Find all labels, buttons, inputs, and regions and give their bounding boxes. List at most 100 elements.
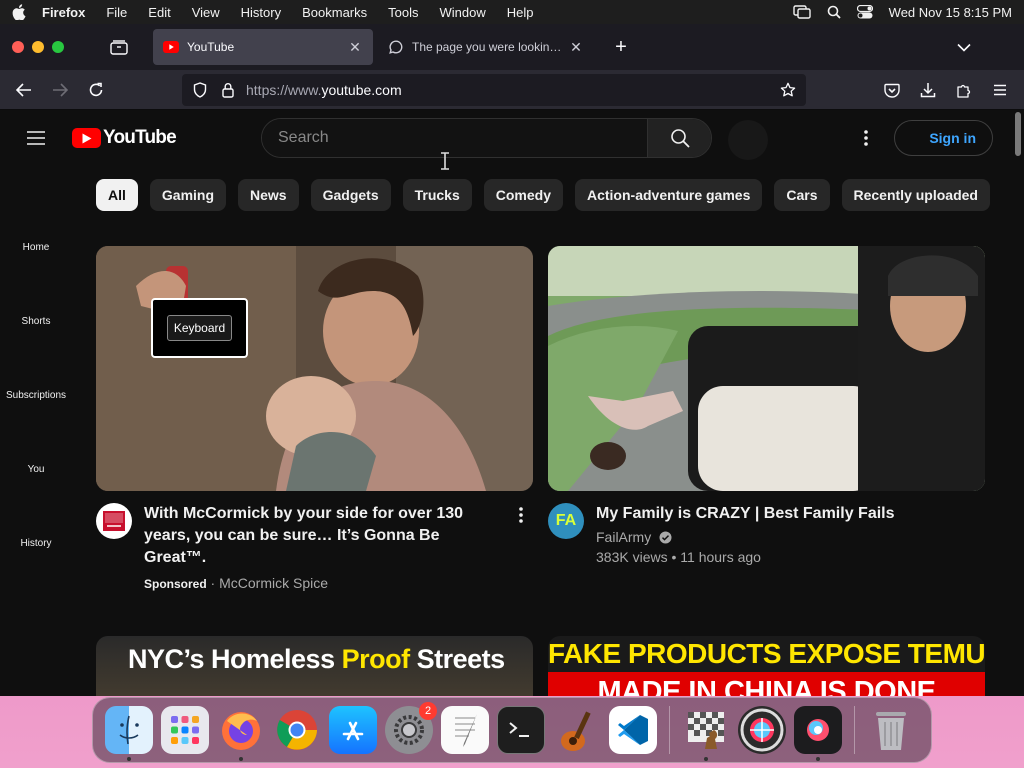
video-card[interactable]: FA My Family is CRAZY | Best Family Fail… — [548, 246, 985, 567]
dock-separator — [669, 706, 670, 754]
close-window-button[interactable] — [12, 41, 24, 53]
url-protocol: https://www. — [246, 82, 322, 98]
garageband-icon[interactable] — [553, 706, 601, 754]
chip-gaming[interactable]: Gaming — [149, 179, 227, 211]
search-input[interactable] — [262, 119, 647, 157]
siri-app-icon[interactable] — [794, 706, 842, 761]
running-indicator — [239, 757, 243, 761]
vscode-icon[interactable] — [609, 706, 657, 754]
video-title[interactable]: With McCormick by your side for over 130… — [144, 503, 503, 569]
firefox-view-icon[interactable] — [108, 36, 130, 58]
tab-youtube[interactable]: YouTube ✕ — [153, 29, 373, 65]
tab-close-icon[interactable]: ✕ — [568, 39, 584, 55]
youtube-page: YouTube Sign in All Gaming News Gadgets … — [0, 110, 1024, 696]
chess-icon[interactable] — [682, 706, 730, 761]
downloads-icon[interactable] — [916, 78, 940, 102]
settings-more-vert-icon[interactable] — [854, 126, 878, 150]
video-thumbnail[interactable] — [548, 246, 985, 491]
page-scrollbar[interactable] — [1015, 112, 1021, 156]
chip-comedy[interactable]: Comedy — [483, 179, 563, 211]
app-menu-hamburger-icon[interactable] — [988, 78, 1012, 102]
pixelmator-icon[interactable] — [738, 706, 786, 754]
extensions-puzzle-icon[interactable] — [952, 78, 976, 102]
url-text[interactable]: https://www.youtube.com — [246, 82, 778, 98]
search-box[interactable] — [261, 118, 712, 158]
youtube-play-logo-icon — [72, 128, 101, 148]
pocket-icon[interactable] — [880, 78, 904, 102]
caption-part: Streets — [409, 644, 506, 674]
zoom-window-button[interactable] — [52, 41, 64, 53]
sign-in-button[interactable]: Sign in — [894, 120, 993, 156]
guide-item-subscriptions[interactable]: Subscriptions — [0, 390, 72, 401]
verified-check-icon — [659, 531, 672, 544]
video-thumbnail[interactable]: FAKE PRODUCTS EXPOSE TEMU MADE IN CHINA … — [548, 636, 985, 696]
menu-bookmarks[interactable]: Bookmarks — [302, 5, 367, 20]
guide-item-shorts[interactable]: Shorts — [0, 316, 72, 327]
thumbnail-image — [548, 246, 985, 491]
guide-item-history[interactable]: History — [0, 538, 72, 549]
menu-edit[interactable]: Edit — [148, 5, 170, 20]
search-button[interactable] — [647, 119, 711, 157]
running-indicator — [704, 757, 708, 761]
voice-search-button[interactable] — [728, 120, 768, 160]
video-options-icon[interactable] — [509, 503, 533, 527]
video-card[interactable]: Keyboard With McCormick by your side for… — [96, 246, 533, 594]
menubar-clock[interactable]: Wed Nov 15 8:15 PM — [889, 5, 1012, 20]
tracking-protection-shield-icon[interactable] — [190, 80, 210, 100]
address-bar[interactable]: https://www.youtube.com — [182, 74, 806, 106]
channel-name[interactable]: FailArmy — [596, 529, 651, 545]
control-center-icon[interactable] — [856, 5, 873, 19]
video-card[interactable]: FAKE PRODUCTS EXPOSE TEMU MADE IN CHINA … — [548, 636, 985, 696]
chip-recently-uploaded[interactable]: Recently uploaded — [841, 179, 990, 211]
guide-menu-icon[interactable] — [24, 126, 48, 150]
tab-page-not-found[interactable]: The page you were looking for d ✕ — [378, 29, 594, 65]
tab-close-icon[interactable]: ✕ — [347, 39, 363, 55]
guide-item-you[interactable]: You — [0, 464, 72, 475]
back-arrow-icon[interactable] — [12, 78, 36, 102]
apple-menu-icon[interactable] — [12, 4, 28, 20]
list-all-tabs-chevron-icon[interactable] — [954, 37, 974, 57]
chip-cars[interactable]: Cars — [774, 179, 830, 211]
forward-arrow-icon[interactable] — [48, 78, 72, 102]
new-tab-plus-icon[interactable]: + — [610, 36, 632, 58]
video-thumbnail[interactable]: NYC’s Homeless Proof Streets — [96, 636, 533, 696]
app-store-icon[interactable] — [329, 706, 377, 754]
channel-avatar[interactable] — [96, 503, 132, 539]
terminal-icon[interactable] — [497, 706, 545, 754]
video-stats: 383K views • 11 hours ago — [596, 549, 761, 565]
chip-all[interactable]: All — [96, 179, 138, 211]
chip-trucks[interactable]: Trucks — [402, 179, 472, 211]
video-card[interactable]: NYC’s Homeless Proof Streets — [96, 636, 533, 696]
menu-view[interactable]: View — [192, 5, 220, 20]
launchpad-icon[interactable] — [161, 706, 209, 754]
firefox-dock-icon[interactable] — [217, 706, 265, 761]
video-thumbnail[interactable]: Keyboard — [96, 246, 533, 491]
menu-window[interactable]: Window — [440, 5, 486, 20]
reload-icon[interactable] — [84, 78, 108, 102]
menu-tools[interactable]: Tools — [388, 5, 418, 20]
chrome-icon[interactable] — [273, 706, 321, 754]
lock-icon[interactable] — [218, 80, 238, 100]
spotlight-search-icon[interactable] — [827, 5, 841, 19]
chip-news[interactable]: News — [238, 179, 299, 211]
menu-app-name[interactable]: Firefox — [42, 5, 85, 20]
textedit-icon[interactable] — [441, 706, 489, 754]
menu-help[interactable]: Help — [507, 5, 534, 20]
sponsored-label: Sponsored — [144, 577, 207, 591]
bookmark-star-icon[interactable] — [778, 80, 798, 100]
minimize-window-button[interactable] — [32, 41, 44, 53]
menu-file[interactable]: File — [106, 5, 127, 20]
trash-icon[interactable] — [867, 706, 915, 754]
finder-icon[interactable] — [105, 706, 153, 761]
screen-mirroring-icon[interactable] — [792, 5, 811, 19]
channel-avatar[interactable]: FA — [548, 503, 584, 539]
guide-item-home[interactable]: Home — [0, 242, 72, 253]
menu-history[interactable]: History — [241, 5, 281, 20]
youtube-logo[interactable]: YouTube — [72, 127, 177, 148]
video-title[interactable]: My Family is CRAZY | Best Family Fails — [596, 503, 985, 525]
search-icon — [670, 129, 690, 148]
chip-action-adventure-games[interactable]: Action-adventure games — [574, 179, 763, 211]
system-settings-icon[interactable]: 2 — [385, 702, 437, 754]
chip-gadgets[interactable]: Gadgets — [310, 179, 391, 211]
channel-name[interactable]: McCormick Spice — [219, 575, 328, 591]
